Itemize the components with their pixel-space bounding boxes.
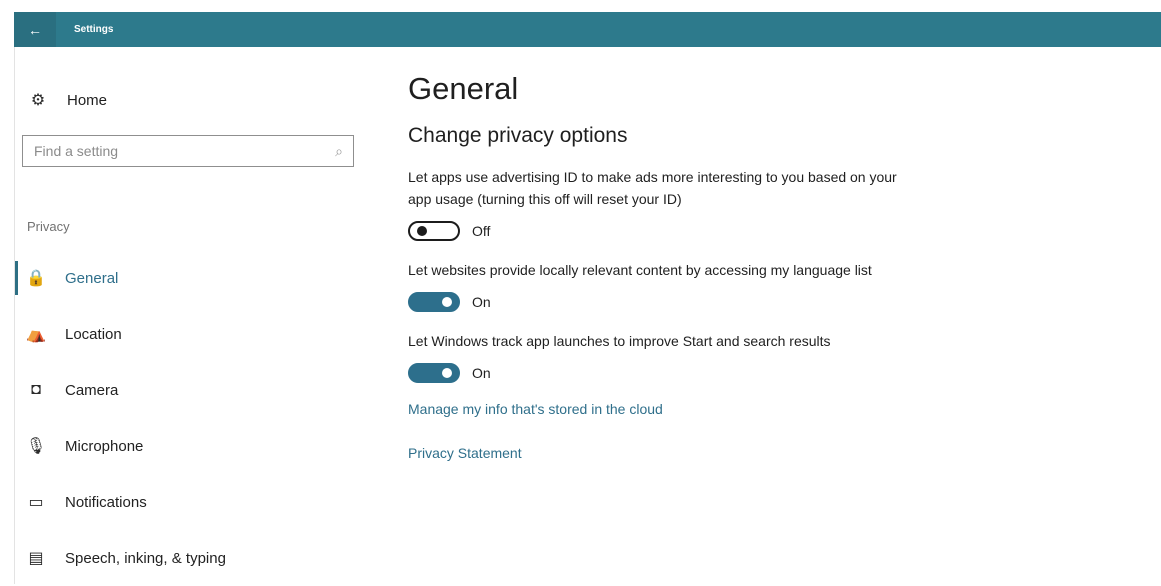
clipboard-icon: ▤ (28, 550, 44, 567)
sidebar-item-speech-inking-typing[interactable]: ▤ Speech, inking, & typing (15, 530, 375, 586)
toggle-knob (417, 226, 427, 236)
toggle-row: On (408, 363, 968, 383)
toggle-row: Off (408, 221, 968, 241)
setting-description: Let apps use advertising ID to make ads … (408, 169, 897, 207)
page-title: General (408, 71, 519, 106)
notification-icon: ▭ (28, 494, 44, 511)
microphone-icon: 🎙 (25, 438, 47, 455)
gear-icon: ⚙ (30, 92, 46, 109)
camera-icon: ◘ (31, 381, 41, 398)
privacy-statement-link[interactable]: Privacy Statement (408, 445, 968, 461)
track-app-launches-toggle[interactable] (408, 363, 460, 383)
language-list-toggle[interactable] (408, 292, 460, 312)
location-icon: ⛺ (26, 326, 46, 343)
sidebar-item-label: General (65, 269, 119, 287)
sidebar-item-home[interactable]: ⚙ Home (27, 90, 107, 110)
sidebar-home-label: Home (67, 91, 108, 109)
sidebar-item-label: Location (65, 325, 122, 343)
toggle-knob (442, 368, 452, 378)
sidebar: ⚙ Home ⌕ Privacy 🔒 General ⛺ Location ◘ … (15, 47, 375, 584)
sidebar-item-general[interactable]: 🔒 General (15, 250, 375, 306)
language-list-setting: Let websites provide locally relevant co… (408, 259, 968, 312)
setting-description: Let Windows track app launches to improv… (408, 333, 831, 349)
manage-cloud-info-link[interactable]: Manage my info that's stored in the clou… (408, 401, 968, 417)
sidebar-item-notifications[interactable]: ▭ Notifications (15, 474, 375, 530)
sidebar-nav: 🔒 General ⛺ Location ◘ Camera 🎙 Micropho… (15, 250, 375, 586)
sidebar-section-label: Privacy (27, 219, 70, 234)
window-title: Settings (74, 24, 114, 35)
advertising-id-setting: Let apps use advertising ID to make ads … (408, 166, 968, 241)
toggle-row: On (408, 292, 968, 312)
toggle-state-label: Off (472, 223, 491, 239)
sidebar-item-camera[interactable]: ◘ Camera (15, 362, 375, 418)
search-box[interactable]: ⌕ (22, 135, 354, 167)
toggle-knob (442, 297, 452, 307)
toggle-state-label: On (472, 365, 491, 381)
track-app-launches-setting: Let Windows track app launches to improv… (408, 330, 968, 383)
search-icon[interactable]: ⌕ (335, 143, 343, 160)
section-heading: Change privacy options (408, 124, 628, 147)
sidebar-item-label: Camera (65, 381, 119, 399)
search-input[interactable] (32, 142, 286, 160)
sidebar-item-label: Speech, inking, & typing (65, 549, 226, 567)
back-button[interactable]: ← (14, 12, 56, 47)
main-content: General Change privacy options Let apps … (408, 72, 968, 461)
sidebar-item-location[interactable]: ⛺ Location (15, 306, 375, 362)
sidebar-item-label: Notifications (65, 493, 147, 511)
lock-icon: 🔒 (26, 270, 46, 287)
title-bar: ← Settings (14, 12, 1161, 47)
advertising-id-toggle[interactable] (408, 221, 460, 241)
setting-description: Let websites provide locally relevant co… (408, 262, 872, 278)
toggle-state-label: On (472, 294, 491, 310)
sidebar-item-microphone[interactable]: 🎙 Microphone (15, 418, 375, 474)
back-arrow-icon: ← (28, 21, 42, 38)
sidebar-item-label: Microphone (65, 437, 144, 455)
